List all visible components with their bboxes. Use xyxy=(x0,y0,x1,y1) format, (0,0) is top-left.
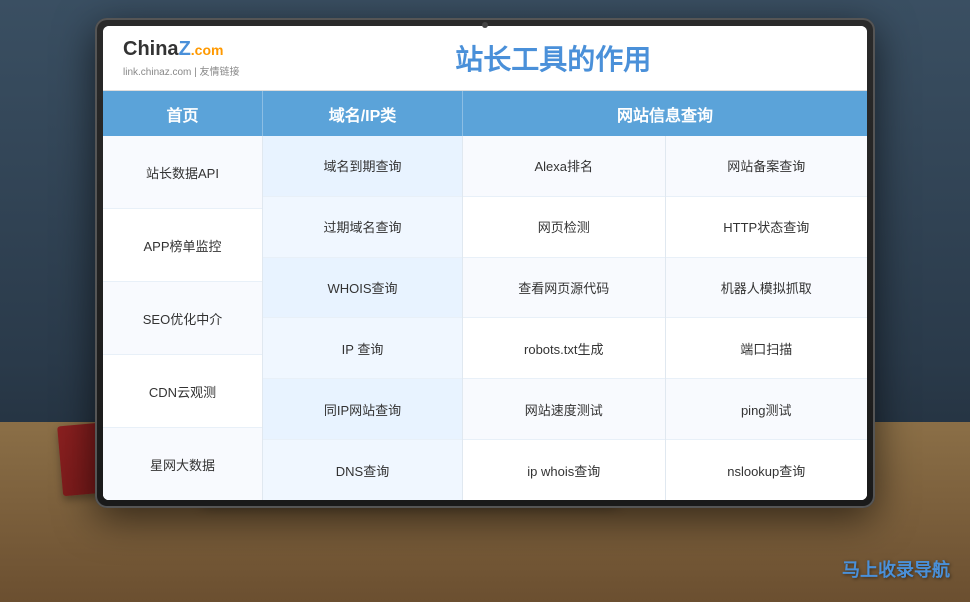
nav-row: 首页 域名/IP类 网站信息查询 xyxy=(103,91,867,136)
domain-item-6[interactable]: DNS查询 xyxy=(263,440,462,500)
screen-header: ChinaZ.com link.chinaz.com | 友情链接 站长工具的作… xyxy=(103,26,867,91)
nav-home[interactable]: 首页 xyxy=(103,91,263,136)
home-item-5[interactable]: 星网大数据 xyxy=(103,428,262,500)
content-grid: 站长数据API APP榜单监控 SEO优化中介 CDN云观测 星网大数据 域名到… xyxy=(103,136,867,500)
info-right-3[interactable]: 机器人模拟抓取 xyxy=(666,258,868,319)
info-right-2[interactable]: HTTP状态查询 xyxy=(666,197,868,258)
logo-main: ChinaZ.com xyxy=(123,38,223,61)
logo-area: ChinaZ.com link.chinaz.com | 友情链接 xyxy=(123,38,240,78)
monitor-screen: ChinaZ.com link.chinaz.com | 友情链接 站长工具的作… xyxy=(103,26,867,500)
col-info: Alexa排名 网页检测 查看网页源代码 robots.txt生成 网站速度测试… xyxy=(463,136,867,500)
domain-item-3[interactable]: WHOIS查询 xyxy=(263,258,462,319)
home-item-1[interactable]: 站长数据API xyxy=(103,136,262,209)
nav-info[interactable]: 网站信息查询 xyxy=(463,91,867,136)
info-right-1[interactable]: 网站备案查询 xyxy=(666,136,868,197)
watermark: 马上收录导航 xyxy=(842,556,950,582)
domain-item-5[interactable]: 同IP网站查询 xyxy=(263,379,462,440)
info-left-5[interactable]: 网站速度测试 xyxy=(463,379,665,440)
info-right-4[interactable]: 端口扫描 xyxy=(666,318,868,379)
info-left-4[interactable]: robots.txt生成 xyxy=(463,318,665,379)
col-domain: 域名到期查询 过期域名查询 WHOIS查询 IP 查询 同IP网站查询 DNS查… xyxy=(263,136,463,500)
info-left-6[interactable]: ip whois查询 xyxy=(463,440,665,500)
screen-title: 站长工具的作用 xyxy=(260,38,847,78)
domain-item-1[interactable]: 域名到期查询 xyxy=(263,136,462,197)
home-item-4[interactable]: CDN云观测 xyxy=(103,355,262,428)
home-item-3[interactable]: SEO优化中介 xyxy=(103,282,262,355)
domain-item-2[interactable]: 过期域名查询 xyxy=(263,197,462,258)
col-info-left: Alexa排名 网页检测 查看网页源代码 robots.txt生成 网站速度测试… xyxy=(463,136,666,500)
col-home: 站长数据API APP榜单监控 SEO优化中介 CDN云观测 星网大数据 xyxy=(103,136,263,500)
home-item-2[interactable]: APP榜单监控 xyxy=(103,209,262,282)
domain-item-4[interactable]: IP 查询 xyxy=(263,318,462,379)
info-right-5[interactable]: ping测试 xyxy=(666,379,868,440)
monitor: ChinaZ.com link.chinaz.com | 友情链接 站长工具的作… xyxy=(95,18,875,508)
info-left-2[interactable]: 网页检测 xyxy=(463,197,665,258)
logo-z-text: Z xyxy=(179,38,191,60)
logo-sub: link.chinaz.com | 友情链接 xyxy=(123,63,240,78)
logo-china-text: China xyxy=(123,38,179,60)
scene: ChinaZ.com link.chinaz.com | 友情链接 站长工具的作… xyxy=(0,0,970,602)
info-left-3[interactable]: 查看网页源代码 xyxy=(463,258,665,319)
col-info-right: 网站备案查询 HTTP状态查询 机器人模拟抓取 端口扫描 ping测试 nslo… xyxy=(666,136,868,500)
logo-com-text: .com xyxy=(191,42,224,58)
info-right-6[interactable]: nslookup查询 xyxy=(666,440,868,500)
info-left-1[interactable]: Alexa排名 xyxy=(463,136,665,197)
nav-domain[interactable]: 域名/IP类 xyxy=(263,91,463,136)
